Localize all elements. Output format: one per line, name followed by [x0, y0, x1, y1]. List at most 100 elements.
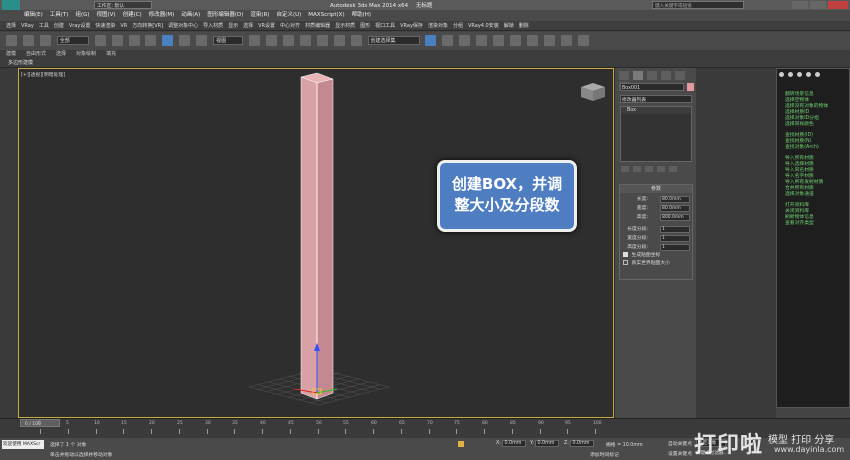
menu-item[interactable]: 修改器(M) — [149, 10, 175, 21]
quickbar-item[interactable]: 创建 — [54, 21, 64, 31]
menu-item[interactable]: MAXScript(X) — [308, 10, 344, 21]
scene-tool-link[interactable]: 选择同样颜色 — [777, 122, 849, 128]
ribbon-tab[interactable]: 自由形式 — [26, 50, 46, 59]
named-selection-dropdown[interactable]: 创建选择集 — [367, 36, 420, 45]
material-editor-icon[interactable] — [526, 35, 538, 46]
quickbar-item[interactable]: 选择 — [243, 21, 253, 31]
maxscript-listener[interactable]: 欢迎使用 MAXScr — [2, 440, 44, 449]
param-spinner[interactable]: 80.0mm — [660, 196, 690, 203]
dot-icon[interactable] — [787, 72, 793, 77]
checkbox-unchecked-icon[interactable] — [623, 260, 628, 265]
scene-tool-link[interactable]: 选择对象通道 — [777, 192, 849, 198]
quickbar-item[interactable]: VRay — [21, 21, 34, 31]
quickbar-item[interactable]: 显示材质 — [335, 21, 355, 31]
param-spinner[interactable]: 1 — [660, 235, 690, 242]
rotate-icon[interactable] — [179, 35, 191, 46]
link-icon[interactable] — [39, 35, 51, 46]
dot-icon[interactable] — [779, 72, 784, 77]
menu-item[interactable]: 帮助(H) — [352, 10, 371, 21]
menu-item[interactable]: 图形编辑器(D) — [207, 10, 243, 21]
menu-item[interactable]: 动画(A) — [181, 10, 200, 21]
quickbar-item[interactable]: 分组 — [453, 21, 463, 31]
make-unique-icon[interactable] — [644, 166, 653, 172]
close-button[interactable] — [828, 1, 848, 9]
gen-mapping-row[interactable]: 生成贴图坐标 — [620, 252, 692, 260]
modify-tab-icon[interactable] — [632, 71, 643, 80]
rendered-frame-icon[interactable] — [560, 35, 572, 46]
angle-snap-icon[interactable] — [299, 35, 311, 46]
quickbar-item[interactable]: 选择 — [6, 21, 16, 31]
window-crossing-icon[interactable] — [145, 35, 157, 46]
display-tab-icon[interactable] — [674, 71, 685, 80]
quickbar-item[interactable]: 工具 — [39, 21, 49, 31]
snap-icon[interactable] — [282, 35, 294, 46]
quickbar-item[interactable]: VRay4.0安装 — [468, 21, 499, 31]
perspective-viewport[interactable]: [+][透视][明暗处理] — [18, 68, 614, 418]
dot-icon[interactable] — [796, 72, 802, 77]
configure-sets-icon[interactable] — [668, 166, 677, 172]
quickbar-item[interactable]: 中心对齐 — [280, 21, 300, 31]
checkbox-checked-icon[interactable] — [623, 252, 628, 257]
remove-modifier-icon[interactable] — [656, 166, 665, 172]
quickbar-item[interactable]: 视口工具 — [375, 21, 395, 31]
graphite-icon[interactable] — [476, 35, 488, 46]
layer-manager-icon[interactable] — [459, 35, 471, 46]
quickbar-item[interactable]: VRay保存 — [400, 21, 423, 31]
rollout-title[interactable]: 参数 — [620, 185, 692, 193]
menu-item[interactable]: 编辑(E) — [24, 10, 43, 21]
quickbar-item[interactable]: 解锁 — [504, 21, 514, 31]
menu-item[interactable]: 工具(T) — [50, 10, 69, 21]
quickbar-item[interactable]: 材质编辑器 — [305, 21, 330, 31]
minimize-button[interactable] — [792, 1, 808, 9]
param-spinner[interactable]: 1 — [660, 226, 690, 233]
quickbar-item[interactable]: 快速渲染 — [95, 21, 115, 31]
lock-icon[interactable] — [458, 441, 464, 447]
schematic-view-icon[interactable] — [510, 35, 522, 46]
align-icon[interactable] — [442, 35, 454, 46]
scene-tool-link[interactable]: 查看对齐类型 — [777, 221, 849, 227]
param-spinner[interactable]: 800.0mm — [660, 214, 690, 221]
quickbar-item[interactable]: 删除 — [519, 21, 529, 31]
scale-icon[interactable] — [196, 35, 208, 46]
select-object-icon[interactable] — [94, 35, 106, 46]
quickbar-item[interactable]: VR设置 — [258, 21, 275, 31]
search-input[interactable]: 键入关键字或短语 — [652, 1, 744, 9]
scene-tool-link[interactable]: 查找对象(Arch) — [777, 145, 849, 151]
ribbon-tab[interactable]: 填充 — [106, 50, 116, 59]
edit-named-sets-icon[interactable] — [350, 35, 362, 46]
real-world-row[interactable]: 真实世界贴图大小 — [620, 260, 692, 268]
quickbar-item[interactable]: 显示 — [228, 21, 238, 31]
object-color-swatch[interactable] — [687, 83, 694, 91]
render-icon[interactable] — [577, 35, 589, 46]
stack-item-box[interactable]: Box — [621, 107, 691, 114]
spinner-snap-icon[interactable] — [333, 35, 345, 46]
percent-snap-icon[interactable] — [316, 35, 328, 46]
render-setup-icon[interactable] — [543, 35, 555, 46]
undo-icon[interactable] — [6, 35, 17, 46]
menu-item[interactable]: 组(G) — [75, 10, 89, 21]
motion-tab-icon[interactable] — [660, 71, 671, 80]
param-spinner[interactable]: 80.0mm — [660, 205, 690, 212]
mirror-icon[interactable] — [425, 35, 437, 46]
menu-item[interactable]: 渲染(R) — [250, 10, 269, 21]
create-tab-icon[interactable] — [619, 71, 629, 80]
set-key-button[interactable]: 设置关键点 — [668, 450, 692, 457]
select-by-name-icon[interactable] — [111, 35, 123, 46]
quickbar-item[interactable]: 方向转换[VR] — [132, 21, 163, 31]
rect-region-icon[interactable] — [128, 35, 140, 46]
curve-editor-icon[interactable] — [493, 35, 505, 46]
ribbon-tab[interactable]: 建模 — [6, 50, 16, 59]
menu-item[interactable]: 自定义(U) — [276, 10, 301, 21]
quickbar-item[interactable]: Vray设置 — [69, 21, 91, 31]
move-icon[interactable] — [162, 35, 174, 46]
pin-stack-icon[interactable] — [621, 166, 629, 172]
pivot-icon[interactable] — [249, 35, 261, 46]
param-spinner[interactable]: 1 — [660, 244, 690, 251]
quickbar-item[interactable]: 图形 — [360, 21, 370, 31]
object-name-field[interactable]: Box001 — [620, 83, 684, 91]
modifier-stack[interactable]: Box — [620, 106, 692, 162]
ribbon-tab[interactable]: 对象绘制 — [76, 50, 96, 59]
modifier-list-dropdown[interactable]: 修改器列表 — [620, 95, 692, 103]
menu-item[interactable]: 视图(V) — [97, 10, 116, 21]
hierarchy-tab-icon[interactable] — [646, 71, 657, 80]
